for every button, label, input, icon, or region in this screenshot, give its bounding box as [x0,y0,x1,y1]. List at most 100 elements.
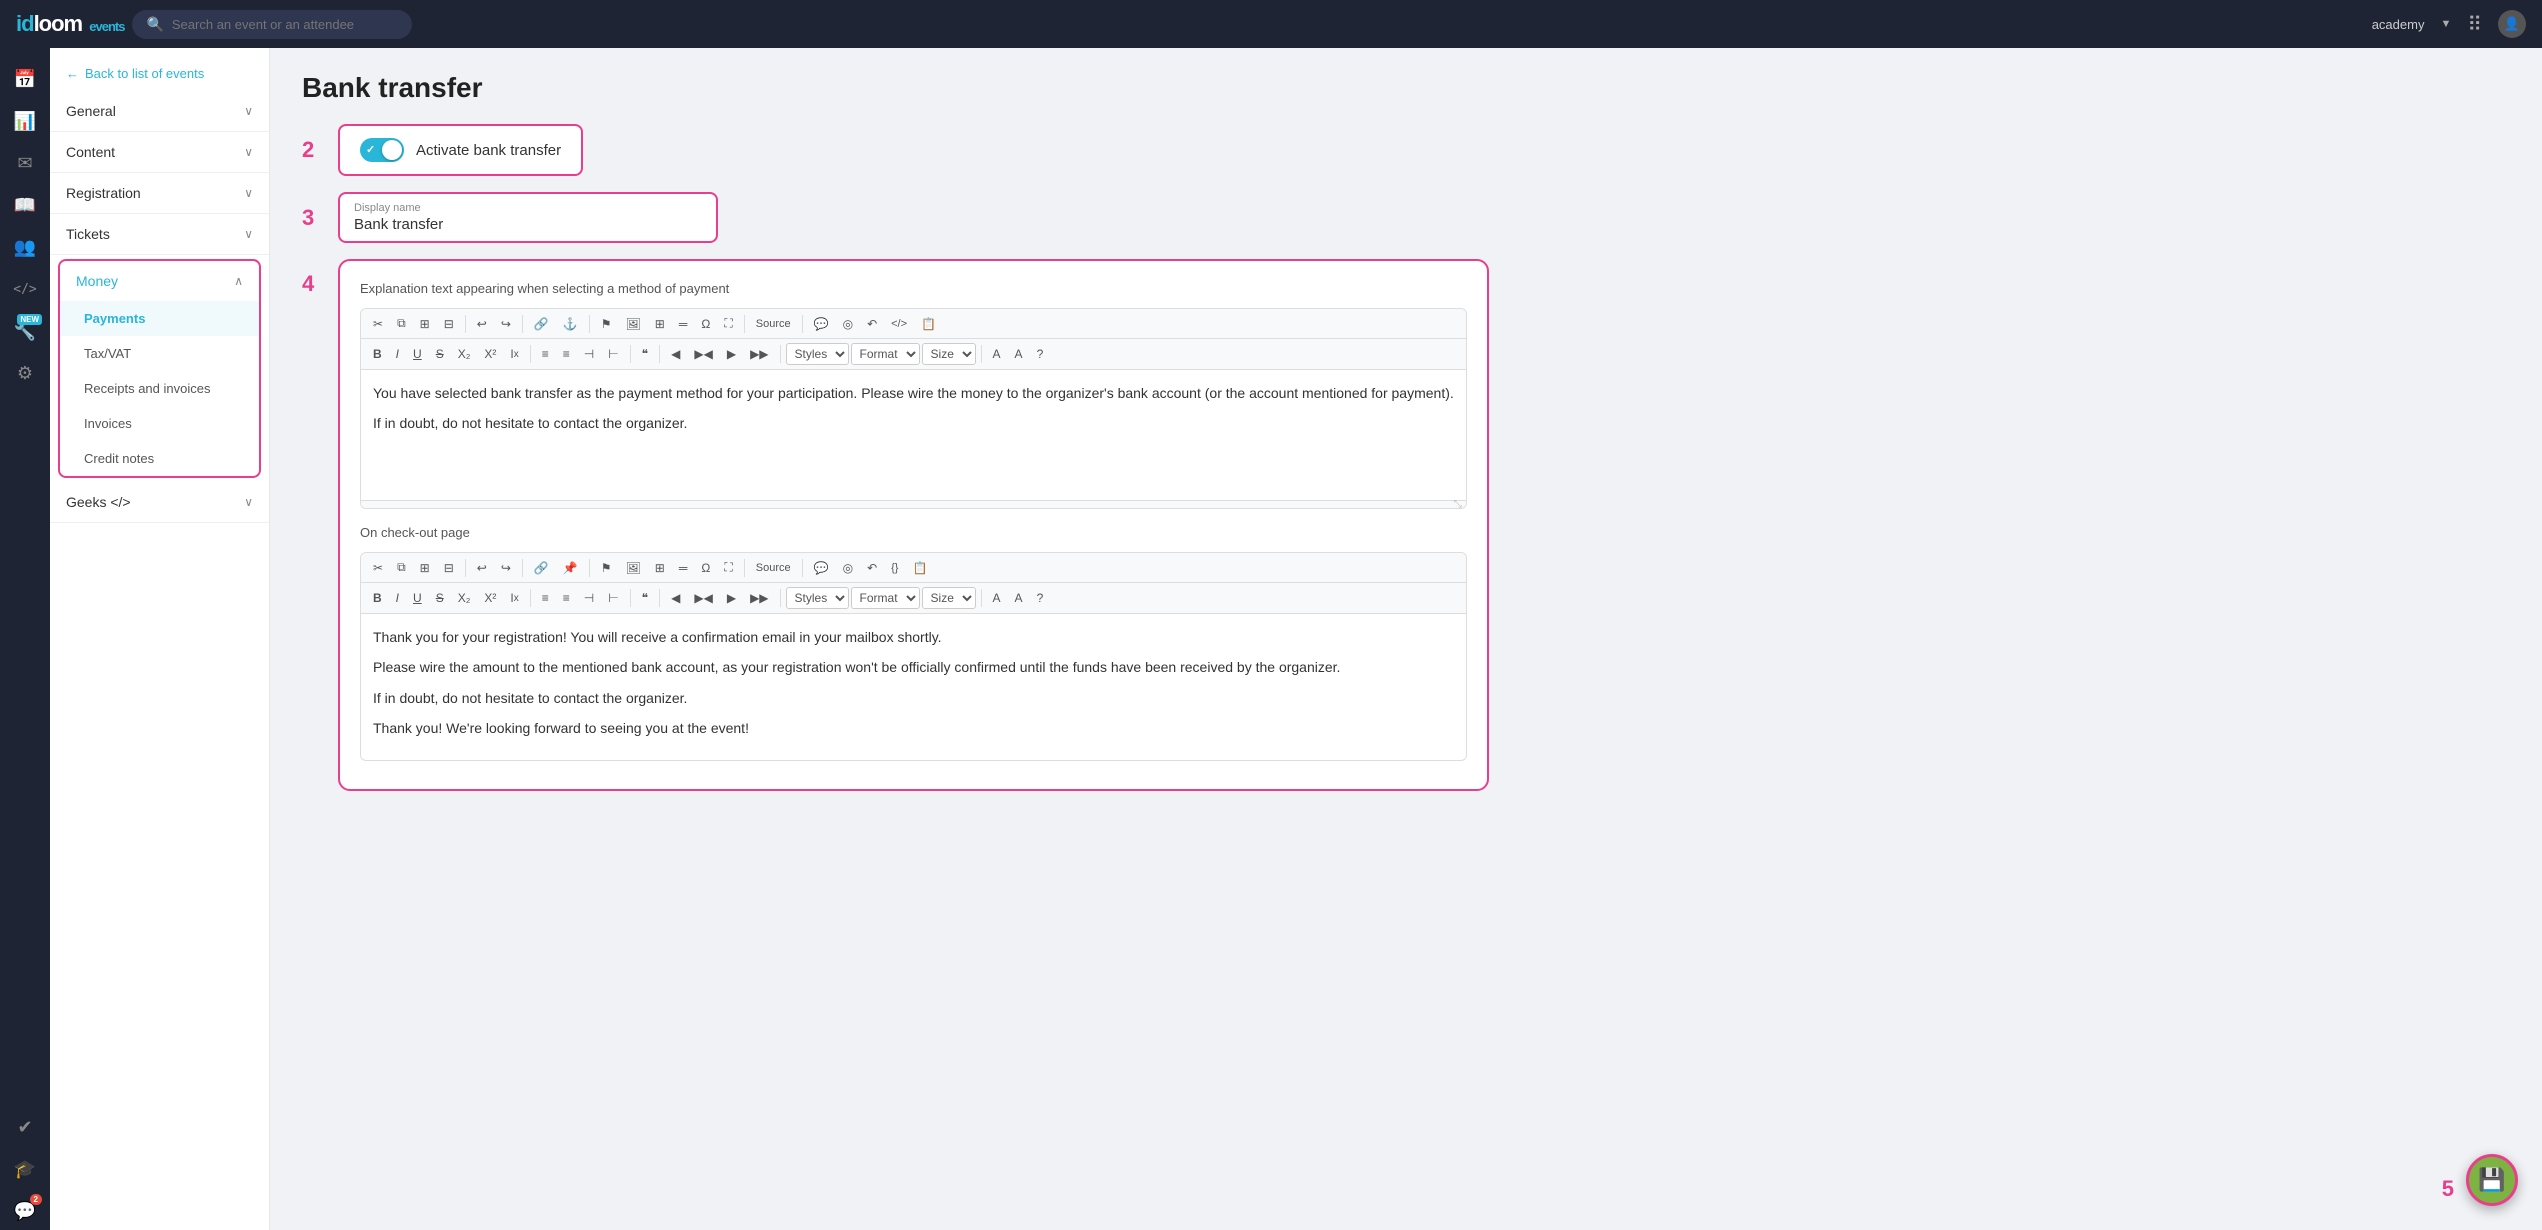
tb2-italic[interactable]: I [390,588,405,608]
tb-fontcolor[interactable]: A [987,344,1007,364]
tb2-strike[interactable]: S [430,588,450,608]
tb2-undo[interactable]: ↩ [471,558,493,578]
tb2-styles-select[interactable]: Styles [786,587,849,609]
tb-help[interactable]: ? [1031,344,1050,364]
search-bar[interactable]: 🔍 [132,10,412,39]
nav-section-header-money[interactable]: Money ∧ [60,261,259,301]
tb2-source[interactable]: Source [750,559,797,577]
sidebar-item-chat[interactable]: 💬 2 [6,1192,44,1230]
tb-table[interactable]: ⊞ [649,314,671,334]
tb-redo[interactable]: ↪ [495,314,517,334]
nav-section-header-content[interactable]: Content ∨ [50,132,269,172]
nav-item-receipts[interactable]: Receipts and invoices [60,371,259,406]
tb-removeformat[interactable]: Ix [504,344,524,364]
tb2-indent[interactable]: ⊣ [578,588,600,608]
tb2-hr[interactable]: ═ [673,558,694,578]
tb2-format-select[interactable]: Format [851,587,920,609]
tb-size-select[interactable]: Size [922,343,976,365]
tb2-back[interactable]: ↶ [861,558,883,578]
tb2-ul[interactable]: ≡ [557,588,576,608]
sidebar-item-email[interactable]: ✉ [6,144,44,182]
tb-omega[interactable]: Ω [695,314,716,334]
tb2-table[interactable]: ⊞ [649,558,671,578]
tb-ul[interactable]: ≡ [557,344,576,364]
tb2-copy[interactable]: ⧉ [391,557,412,578]
sidebar-item-book[interactable]: 📖 [6,186,44,224]
tb-outdent[interactable]: ⊢ [602,344,624,364]
tb2-sup[interactable]: X² [478,588,502,608]
tb2-braces[interactable]: {} [885,559,904,577]
nav-section-header-tickets[interactable]: Tickets ∨ [50,214,269,254]
tb-code[interactable]: </> [885,315,913,333]
nav-item-invoices[interactable]: Invoices [60,406,259,441]
tb-align-right[interactable]: ▶ [721,344,742,364]
tb-underline[interactable]: U [407,344,428,364]
sidebar-item-code[interactable]: </> [6,270,44,308]
tb-paste2[interactable]: ⊟ [438,314,460,334]
tb2-spell[interactable]: ◎ [837,558,859,578]
tb2-size-select[interactable]: Size [922,587,976,609]
tb-link[interactable]: 🔗 [528,314,555,334]
tb2-comment[interactable]: 💬 [808,558,835,578]
tb2-redo[interactable]: ↪ [495,558,517,578]
tb-align-left[interactable]: ◀ [665,344,686,364]
tb-hr[interactable]: ═ [673,314,694,334]
tb2-fullscreen[interactable]: ⛶ [718,557,738,578]
tb2-bgcolor[interactable]: A [1009,588,1029,608]
tb2-ol[interactable]: ≡ [536,588,555,608]
tb2-bold[interactable]: B [367,588,388,608]
tb-copy[interactable]: ⧉ [391,313,412,334]
nav-item-taxvat[interactable]: Tax/VAT [60,336,259,371]
tb-comment[interactable]: 💬 [808,314,835,334]
tb2-align-center[interactable]: ▶◀ [688,588,718,608]
tb-fullscreen[interactable]: ⛶ [718,313,738,334]
tb-styles-select[interactable]: Styles [786,343,849,365]
sidebar-item-users[interactable]: 👥 [6,228,44,266]
tb-align-justify[interactable]: ▶▶ [744,344,774,364]
tb-strike[interactable]: S [430,344,450,364]
tb2-cut[interactable]: ✂ [367,558,389,578]
tb2-align-left[interactable]: ◀ [665,588,686,608]
tb2-paste2[interactable]: ⊟ [438,558,460,578]
tb-anchor[interactable]: ⚓ [557,314,584,334]
tb2-link[interactable]: 🔗 [528,558,555,578]
tb-undo[interactable]: ↩ [471,314,493,334]
tb2-template[interactable]: 📋 [906,558,933,578]
sidebar-item-calendar[interactable]: 📅 [6,60,44,98]
back-to-events-link[interactable]: ← Back to list of events [50,56,269,91]
tb-indent[interactable]: ⊣ [578,344,600,364]
search-input[interactable] [172,17,372,32]
sidebar-item-chart[interactable]: 📊 [6,102,44,140]
tb-bold[interactable]: B [367,344,388,364]
tb2-sub[interactable]: X₂ [452,588,477,608]
tb2-outdent[interactable]: ⊢ [602,588,624,608]
tb2-underline[interactable]: U [407,588,428,608]
sidebar-item-magic[interactable]: 🔧 NEW [6,312,44,350]
activate-toggle[interactable]: ✓ [360,138,404,162]
tb-format-select[interactable]: Format [851,343,920,365]
tb-blockquote[interactable]: ❝ [636,344,654,364]
tb-flag[interactable]: ⚑ [595,314,618,334]
tb2-help[interactable]: ? [1031,588,1050,608]
tb2-flag[interactable]: ⚑ [595,558,618,578]
tb-paste[interactable]: ⊞ [414,314,436,334]
activate-toggle-box[interactable]: ✓ Activate bank transfer [338,124,583,176]
tb-sup[interactable]: X² [478,344,502,364]
tb-source[interactable]: Source [750,315,797,333]
tb-bgcolor[interactable]: A [1009,344,1029,364]
tb-ol[interactable]: ≡ [536,344,555,364]
tb2-blockquote[interactable]: ❝ [636,588,654,608]
avatar[interactable]: 👤 [2498,10,2526,38]
tb-italic[interactable]: I [390,344,405,364]
nav-item-creditnotes[interactable]: Credit notes [60,441,259,476]
sidebar-item-grad[interactable]: 🎓 [6,1150,44,1188]
tb2-image[interactable]: 🖼 [620,558,647,578]
sidebar-item-check[interactable]: ✔ [6,1108,44,1146]
tb2-fontcolor[interactable]: A [987,588,1007,608]
tb2-anchor[interactable]: 📌 [557,558,584,578]
tb2-paste[interactable]: ⊞ [414,558,436,578]
nav-section-header-geeks[interactable]: Geeks </> ∨ [50,482,269,522]
tb-align-center[interactable]: ▶◀ [688,344,718,364]
tb2-omega[interactable]: Ω [695,558,716,578]
nav-section-header-registration[interactable]: Registration ∨ [50,173,269,213]
